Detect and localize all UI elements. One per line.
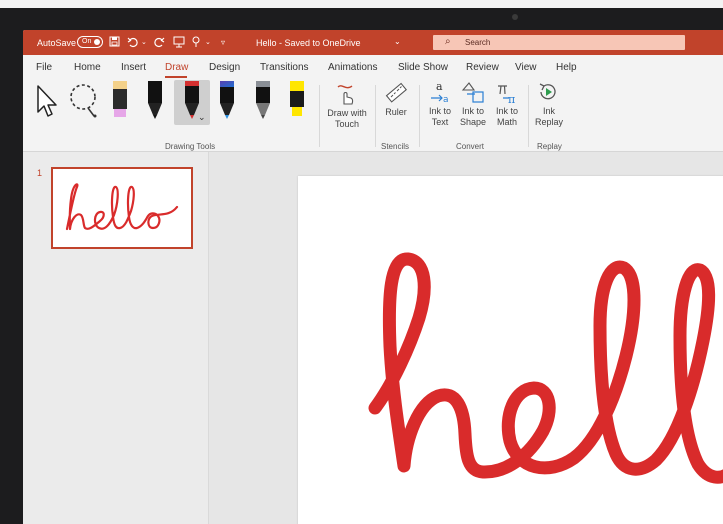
ink-to-text-line1: Ink to — [428, 106, 451, 116]
draw-with-touch-button[interactable]: Draw with Touch — [324, 108, 370, 130]
search-box[interactable]: ⌕ Search — [433, 35, 685, 50]
tab-transitions[interactable]: Transitions — [260, 62, 309, 73]
svg-text:a: a — [436, 80, 443, 93]
slide-number: 1 — [37, 168, 43, 178]
powerpoint-window: AutoSave On ⌄ ⌄ ▿ Hello - Saved to OneDr… — [23, 30, 723, 524]
chevron-down-icon[interactable]: ⌄ — [394, 37, 401, 46]
redo-icon[interactable] — [153, 36, 165, 49]
group-label-drawing-tools: Drawing Tools — [165, 142, 216, 151]
ink-replay-line1: Ink — [542, 106, 555, 116]
tab-home[interactable]: Home — [74, 62, 101, 73]
touch-dropdown-icon[interactable]: ⌄ — [205, 36, 211, 49]
ink-to-text-button[interactable]: Ink to Text — [423, 106, 457, 128]
search-placeholder: Search — [465, 38, 491, 47]
ink-replay-icon[interactable] — [537, 81, 559, 108]
search-icon: ⌕ — [445, 36, 451, 47]
autosave-state: On — [82, 38, 92, 45]
ribbon-separator — [419, 85, 420, 147]
device-edge — [0, 0, 723, 8]
tab-design[interactable]: Design — [209, 62, 240, 73]
ink-to-shape-button[interactable]: Ink to Shape — [455, 106, 491, 128]
ruler-icon[interactable] — [385, 82, 408, 109]
ink-to-text-icon[interactable]: aa — [428, 80, 452, 109]
group-label-convert: Convert — [456, 142, 485, 151]
autosave-toggle[interactable]: On — [77, 36, 103, 48]
slide-thumbnail[interactable] — [51, 167, 193, 249]
group-label-stencils: Stencils — [381, 142, 410, 151]
tab-help[interactable]: Help — [556, 62, 577, 73]
tab-slide-show[interactable]: Slide Show — [398, 62, 448, 73]
gray-pencil-icon[interactable] — [254, 81, 272, 124]
ink-to-text-line2: Text — [431, 117, 449, 127]
ribbon-separator — [319, 85, 320, 147]
touch-mode-icon[interactable] — [191, 36, 203, 49]
ink-to-math-line1: Ink to — [495, 106, 518, 116]
customize-toolbar-icon[interactable]: ▿ — [221, 36, 225, 49]
tab-draw[interactable]: Draw — [165, 62, 188, 73]
ink-replay-line2: Replay — [534, 117, 563, 127]
galaxy-pen-icon[interactable] — [218, 81, 236, 124]
undo-dropdown-icon[interactable]: ⌄ — [141, 36, 147, 49]
group-label-replay: Replay — [537, 142, 562, 151]
select-cursor-icon[interactable] — [35, 84, 59, 123]
save-icon[interactable] — [109, 36, 120, 49]
active-tab-indicator — [165, 76, 187, 78]
tab-file[interactable]: File — [36, 62, 52, 73]
ink-to-shape-line1: Ink to — [461, 106, 484, 116]
svg-text:π: π — [508, 93, 515, 104]
pen-options-chevron-icon[interactable]: ⌄ — [198, 112, 206, 123]
slide-canvas[interactable] — [298, 176, 723, 524]
document-title[interactable]: Hello - Saved to OneDrive — [256, 38, 361, 48]
present-icon[interactable] — [173, 36, 185, 49]
tab-view[interactable]: View — [515, 62, 537, 73]
title-bar: AutoSave On ⌄ ⌄ ▿ Hello - Saved to OneDr… — [23, 30, 723, 55]
camera-icon — [512, 14, 518, 20]
draw-with-touch-line2: Touch — [334, 119, 360, 129]
slide-ink-hello — [368, 252, 723, 484]
autosave-label: AutoSave — [37, 38, 77, 48]
draw-with-touch-icon[interactable] — [336, 83, 356, 110]
ink-to-math-button[interactable]: Ink to Math — [489, 106, 525, 128]
ink-replay-button[interactable]: Ink Replay — [531, 106, 567, 128]
draw-with-touch-line1: Draw with — [327, 108, 367, 118]
ruler-button[interactable]: Ruler — [378, 107, 414, 118]
lasso-select-icon[interactable] — [66, 82, 102, 123]
tab-insert[interactable]: Insert — [121, 62, 146, 73]
pink-highlighter-icon[interactable] — [111, 81, 129, 124]
tab-animations[interactable]: Animations — [328, 62, 377, 73]
ink-to-math-line2: Math — [496, 117, 517, 127]
ribbon-separator — [375, 85, 376, 147]
toggle-knob — [94, 39, 100, 45]
tab-review[interactable]: Review — [466, 62, 499, 73]
ink-to-math-icon[interactable]: π — [495, 80, 519, 109]
yellow-highlighter-icon[interactable] — [288, 81, 306, 124]
thumbnail-ink-hello — [65, 183, 179, 231]
ink-to-shape-line2: Shape — [459, 117, 487, 127]
undo-icon[interactable] — [127, 36, 139, 49]
ribbon-separator — [528, 85, 529, 147]
black-pen-icon[interactable] — [146, 81, 164, 124]
ink-to-shape-icon[interactable] — [461, 80, 485, 109]
svg-text:a: a — [443, 95, 449, 104]
